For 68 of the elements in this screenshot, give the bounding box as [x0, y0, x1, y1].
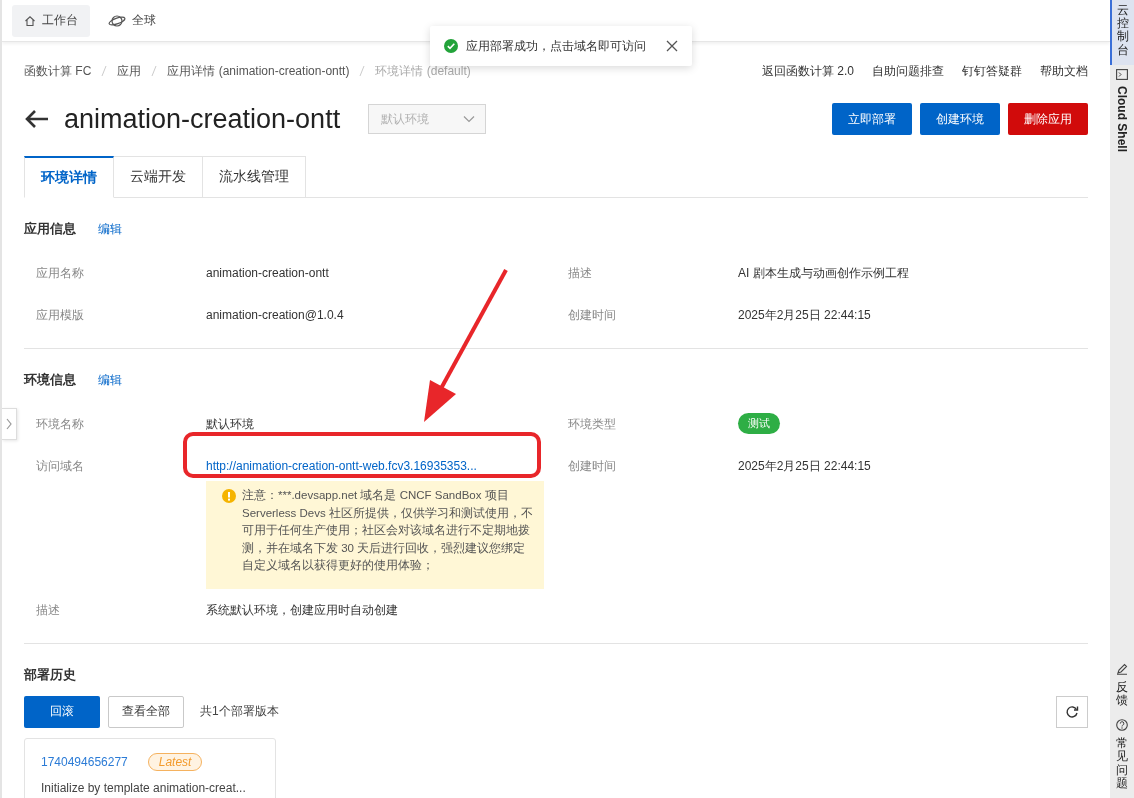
- field-label: 应用模版: [36, 307, 85, 324]
- terminal-icon: [1116, 68, 1128, 80]
- tab[interactable]: 云端开发: [114, 156, 203, 198]
- warning-icon: [222, 489, 236, 503]
- breadcrumb-separator-icon: [101, 65, 108, 77]
- field-label: 应用名称: [36, 265, 85, 282]
- version-count: 共1个部署版本: [200, 703, 279, 720]
- version-card[interactable]: 1740494656277 Latest Initialize by template animation-creat...: [24, 737, 276, 798]
- field-label: 创建时间: [568, 307, 617, 324]
- chevron-down-icon: [463, 115, 476, 123]
- breadcrumb-link[interactable]: 应用详情 (animation-creation-ontt): [167, 62, 350, 80]
- globe-icon: [108, 13, 126, 28]
- header-link[interactable]: 返回函数计算 2.0: [762, 62, 854, 80]
- side-rail-item[interactable]: 常见问题: [1110, 715, 1134, 798]
- field-value: 系统默认环境，创建应用时自动创建: [206, 601, 399, 619]
- field-value: 2025年2月25日 22:44:15: [738, 458, 872, 475]
- field-label: 环境类型: [568, 416, 617, 433]
- topbar-tab[interactable]: 全球: [96, 4, 168, 37]
- history-button[interactable]: 回滚: [24, 695, 100, 728]
- section-title: 环境信息: [24, 371, 76, 389]
- action-button[interactable]: 创建环境: [920, 103, 1000, 135]
- check-circle-icon: [444, 39, 458, 53]
- section-title: 应用信息: [24, 220, 76, 238]
- side-rail-item[interactable]: 云控制台: [1110, 0, 1134, 65]
- header-link[interactable]: 钉钉答疑群: [962, 62, 1022, 80]
- back-arrow-icon[interactable]: [24, 109, 50, 129]
- field-value: animation-creation@1.0.4: [206, 307, 345, 324]
- header-link[interactable]: 自助问题排查: [872, 62, 944, 80]
- field-value: AI 剧本生成与动画创作示例工程: [738, 265, 910, 282]
- version-id[interactable]: 1740494656277: [41, 754, 128, 769]
- notice-text: 注意：***.devsapp.net 域名是 CNCF SandBox 项目 Serverless Devs 社区所提供，仅供学习和测试使用，不可用于任何生产使用；社区会对该域名进行不定期地拨测，并在域名下发 30 天后进行回收，强烈建议您绑定自定义域名以获得更好的使用体验；: [242, 488, 534, 573]
- home-icon: [24, 14, 36, 27]
- breadcrumb-link[interactable]: 函数计算 FC: [24, 62, 92, 80]
- breadcrumb-separator-icon: [151, 65, 158, 77]
- header-link[interactable]: 帮助文档: [1040, 62, 1088, 80]
- field-label: 创建时间: [568, 458, 617, 475]
- expand-handle[interactable]: [2, 408, 17, 440]
- tab[interactable]: 环境详情: [24, 156, 114, 198]
- side-rail-item[interactable]: 反馈: [1110, 658, 1134, 716]
- section-title: 部署历史: [24, 665, 77, 684]
- pencil-icon: [1116, 662, 1128, 675]
- field-value: 2025年2月25日 22:44:15: [738, 307, 872, 324]
- edit-link[interactable]: 编辑: [98, 371, 122, 389]
- side-rail-item[interactable]: Cloud Shell: [1110, 64, 1134, 160]
- refresh-button[interactable]: [1056, 695, 1088, 728]
- topbar-tab[interactable]: 工作台: [12, 4, 90, 37]
- breadcrumb-separator-icon: [359, 65, 366, 77]
- environment-tag: 测试: [738, 413, 780, 434]
- field-label: 描述: [568, 265, 593, 282]
- history-button[interactable]: 查看全部: [108, 695, 184, 728]
- latest-badge: Latest: [147, 752, 203, 771]
- field-label: 描述: [36, 601, 61, 619]
- action-button[interactable]: 删除应用: [1008, 103, 1088, 135]
- refresh-icon: [1065, 704, 1079, 719]
- app-title: animation-creation-ontt: [64, 103, 341, 135]
- field-label: 访问域名: [36, 458, 85, 475]
- field-value: animation-creation-ontt: [206, 265, 330, 282]
- close-icon[interactable]: [666, 40, 678, 52]
- toast-message: 应用部署成功，点击域名即可访问: [466, 37, 646, 55]
- edit-link[interactable]: 编辑: [98, 220, 122, 238]
- version-message: Initialize by template animation-creat...: [41, 780, 247, 795]
- tab[interactable]: 流水线管理: [203, 156, 306, 198]
- help-icon: [1116, 719, 1128, 732]
- action-button[interactable]: 立即部署: [832, 103, 912, 135]
- field-value: 默认环境: [206, 416, 255, 433]
- breadcrumb-link[interactable]: 应用: [117, 62, 142, 80]
- field-label: 环境名称: [36, 416, 85, 433]
- domain-link[interactable]: http://animation-creation-ontt-web.fcv3.16935353...: [206, 457, 477, 475]
